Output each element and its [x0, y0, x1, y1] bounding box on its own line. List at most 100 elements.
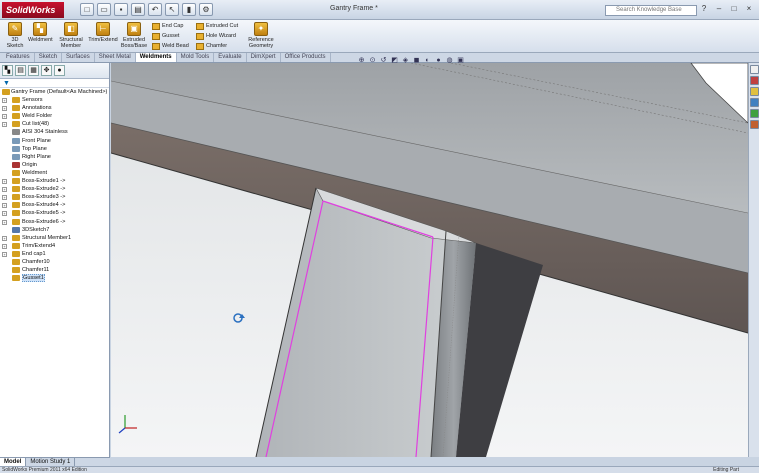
- tab-sketch[interactable]: Sketch: [35, 53, 63, 62]
- tab-office-products[interactable]: Office Products: [281, 53, 331, 62]
- tree-item[interactable]: Top Plane: [1, 145, 109, 153]
- select-icon[interactable]: ↖: [165, 3, 179, 16]
- options-icon[interactable]: ⚙: [199, 3, 213, 16]
- tree-item[interactable]: + Trim/Extend4: [1, 242, 109, 250]
- tab-evaluate[interactable]: Evaluate: [214, 53, 247, 62]
- search-input[interactable]: Search Knowledge Base: [605, 5, 697, 16]
- tree-root[interactable]: Gantry Frame (Default<As Machined>): [1, 88, 109, 96]
- tab-surfaces[interactable]: Surfaces: [62, 53, 95, 62]
- tree-item[interactable]: + Boss-Extrude4 ->: [1, 201, 109, 209]
- file-explorer-icon[interactable]: [750, 87, 759, 96]
- expand-icon[interactable]: +: [2, 98, 7, 104]
- solidworks-logo[interactable]: SolidWorks: [2, 2, 64, 18]
- tab-motion-study[interactable]: Motion Study 1: [26, 458, 76, 466]
- previous-view-icon[interactable]: ↺: [379, 57, 388, 65]
- display-style-icon[interactable]: ◼: [412, 57, 421, 65]
- appearances-icon[interactable]: [750, 109, 759, 118]
- maximize-button[interactable]: □: [728, 3, 740, 15]
- new-icon[interactable]: □: [80, 3, 94, 16]
- tree-item-label: 3DSketch7: [22, 226, 50, 233]
- tab-weldments[interactable]: Weldments: [135, 53, 177, 62]
- apply-scene-icon[interactable]: ◍: [445, 57, 454, 65]
- hole-wizard-button[interactable]: Hole Wizard: [196, 32, 236, 41]
- property-manager-icon[interactable]: ▤: [15, 65, 26, 76]
- tree-item[interactable]: + End cap1: [1, 250, 109, 258]
- tree-item[interactable]: + Boss-Extrude1 ->: [1, 177, 109, 185]
- expand-icon[interactable]: +: [2, 219, 7, 225]
- extruded-boss-button[interactable]: ▣ Extruded Boss/Base: [120, 22, 148, 49]
- tree-item[interactable]: + Boss-Extrude6 ->: [1, 218, 109, 226]
- tree-item[interactable]: Right Plane: [1, 153, 109, 161]
- model-view[interactable]: [111, 63, 748, 457]
- resources-icon[interactable]: [750, 65, 759, 74]
- tree-item[interactable]: + Sensors: [1, 96, 109, 104]
- undo-icon[interactable]: ↶: [148, 3, 162, 16]
- display-manager-icon[interactable]: ●: [54, 65, 65, 76]
- tab-features[interactable]: Features: [2, 53, 35, 62]
- expand-icon[interactable]: +: [2, 235, 7, 241]
- tab-sheet-metal[interactable]: Sheet Metal: [95, 53, 136, 62]
- tree-item[interactable]: + Boss-Extrude3 ->: [1, 193, 109, 201]
- tab-mold-tools[interactable]: Mold Tools: [177, 53, 215, 62]
- configuration-manager-icon[interactable]: ▦: [28, 65, 39, 76]
- edit-appearance-icon[interactable]: ●: [434, 57, 443, 65]
- save-icon[interactable]: ▪: [114, 3, 128, 16]
- expand-icon[interactable]: +: [2, 251, 7, 257]
- graphics-area[interactable]: [111, 63, 748, 457]
- expand-icon[interactable]: +: [2, 203, 7, 209]
- tree-item[interactable]: Chamfer11: [1, 266, 109, 274]
- extruded-cut-button[interactable]: Extruded Cut: [196, 22, 238, 31]
- tree-item[interactable]: Front Plane: [1, 137, 109, 145]
- minimize-button[interactable]: –: [713, 3, 725, 15]
- expand-icon[interactable]: +: [2, 211, 7, 217]
- hide-show-icon[interactable]: ◐: [423, 57, 432, 65]
- expand-icon[interactable]: +: [2, 122, 7, 128]
- tree-item[interactable]: + Boss-Extrude2 ->: [1, 185, 109, 193]
- tree-filter[interactable]: ▼: [0, 79, 109, 88]
- expand-icon[interactable]: +: [2, 195, 7, 201]
- expand-icon[interactable]: +: [2, 106, 7, 112]
- tree-item[interactable]: + Structural Member1: [1, 234, 109, 242]
- trim-extend-button[interactable]: ⊢ Trim/Extend: [88, 22, 118, 43]
- view-orientation-icon[interactable]: ◈: [401, 57, 410, 65]
- chamfer-button[interactable]: Chamfer: [196, 42, 227, 51]
- view-palette-icon[interactable]: [750, 98, 759, 107]
- reference-geometry-button[interactable]: ✦ Reference Geometry: [244, 22, 278, 49]
- help-button[interactable]: ?: [698, 3, 710, 15]
- structural-member-button[interactable]: ◧ Structural Member: [56, 22, 86, 49]
- rebuild-icon[interactable]: ▮: [182, 3, 196, 16]
- feature-manager-icon[interactable]: ▚: [2, 65, 13, 76]
- dimxpert-manager-icon[interactable]: ✥: [41, 65, 52, 76]
- 3d-sketch-button[interactable]: ✎ 3D Sketch: [4, 22, 26, 49]
- tree-item[interactable]: + Annotations: [1, 104, 109, 112]
- print-icon[interactable]: ▤: [131, 3, 145, 16]
- section-view-icon[interactable]: ◩: [390, 57, 399, 65]
- expand-icon[interactable]: +: [2, 187, 7, 193]
- weld-bead-button[interactable]: Weld Bead: [152, 42, 189, 51]
- open-icon[interactable]: ▭: [97, 3, 111, 16]
- tree-item[interactable]: Chamfer10: [1, 258, 109, 266]
- expand-icon[interactable]: +: [2, 179, 7, 185]
- tab-model[interactable]: Model: [0, 458, 27, 466]
- zoom-to-fit-icon[interactable]: ⊕: [357, 57, 366, 65]
- gusset-button[interactable]: Gusset: [152, 32, 179, 41]
- custom-properties-icon[interactable]: [750, 120, 759, 129]
- tree-item[interactable]: Weldment: [1, 169, 109, 177]
- tab-dimxpert[interactable]: DimXpert: [247, 53, 281, 62]
- structural-member-icon: ◧: [64, 22, 78, 36]
- close-button[interactable]: ×: [743, 3, 755, 15]
- tree-item[interactable]: + Cut list(48): [1, 120, 109, 128]
- tree-item[interactable]: + Boss-Extrude5 ->: [1, 209, 109, 217]
- end-cap-button[interactable]: End Cap: [152, 22, 183, 31]
- tree-item[interactable]: + Weld Folder: [1, 112, 109, 120]
- tree-item[interactable]: Origin: [1, 161, 109, 169]
- tree-item[interactable]: 3DSketch7: [1, 226, 109, 234]
- expand-icon[interactable]: +: [2, 114, 7, 120]
- weldment-button[interactable]: ▚ Weldment: [28, 22, 53, 43]
- zoom-area-icon[interactable]: ⊙: [368, 57, 377, 65]
- tree-item[interactable]: Gusset1: [1, 274, 109, 283]
- tree-item[interactable]: AISI 304 Stainless: [1, 128, 109, 136]
- view-settings-icon[interactable]: ▣: [456, 57, 465, 65]
- design-library-icon[interactable]: [750, 76, 759, 85]
- expand-icon[interactable]: +: [2, 243, 7, 249]
